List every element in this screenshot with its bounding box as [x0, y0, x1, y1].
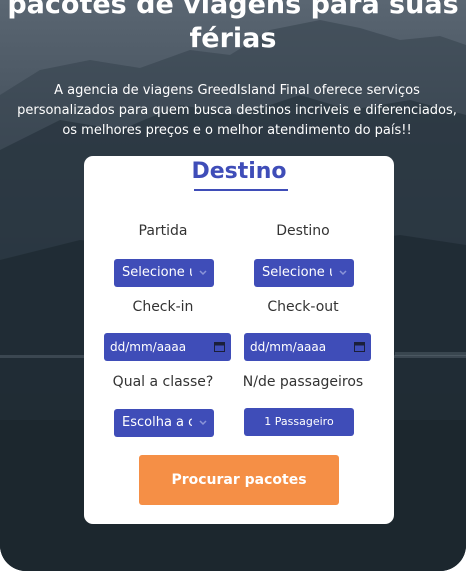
checkout-date-value: dd/mm/aaaa — [250, 340, 327, 354]
calendar-icon[interactable] — [214, 341, 225, 352]
search-form-card: Destino Partida Destino Selecione uma op… — [84, 156, 394, 524]
destination-select-value: Selecione uma opção — [262, 265, 332, 280]
calendar-icon[interactable] — [354, 341, 365, 352]
chevron-down-icon — [336, 259, 350, 287]
title-underline — [194, 189, 288, 191]
passengers-label: N/de passageiros — [242, 374, 364, 390]
departure-select-value: Selecione uma opção — [122, 265, 192, 280]
class-label: Qual a classe? — [112, 374, 214, 390]
chevron-down-icon — [196, 259, 210, 287]
hero-title: pacotes de viagens para suas férias — [0, 0, 466, 56]
search-packages-button[interactable]: Procurar pacotes — [139, 455, 339, 505]
form-title: Destino — [191, 159, 287, 184]
class-select-value: Escolha a classe — [122, 415, 192, 430]
class-select[interactable]: Escolha a classe — [114, 409, 214, 437]
checkin-date-value: dd/mm/aaaa — [110, 340, 187, 354]
destination-select[interactable]: Selecione uma opção — [254, 259, 354, 287]
departure-label: Partida — [138, 223, 188, 239]
hero-title-line1: pacotes de viagens para suas — [7, 0, 459, 20]
departure-select[interactable]: Selecione uma opção — [114, 259, 214, 287]
checkout-label: Check-out — [267, 299, 339, 315]
hero-title-line2: férias — [189, 23, 277, 54]
checkin-label: Check-in — [132, 299, 194, 315]
destination-label: Destino — [276, 223, 330, 239]
checkin-date-input[interactable]: dd/mm/aaaa — [104, 333, 231, 361]
hero-description: A agencia de viagens GreedIsland Final o… — [17, 83, 457, 138]
chevron-down-icon — [196, 409, 210, 437]
checkout-date-input[interactable]: dd/mm/aaaa — [244, 333, 371, 361]
passengers-button[interactable]: 1 Passageiro — [244, 408, 354, 436]
